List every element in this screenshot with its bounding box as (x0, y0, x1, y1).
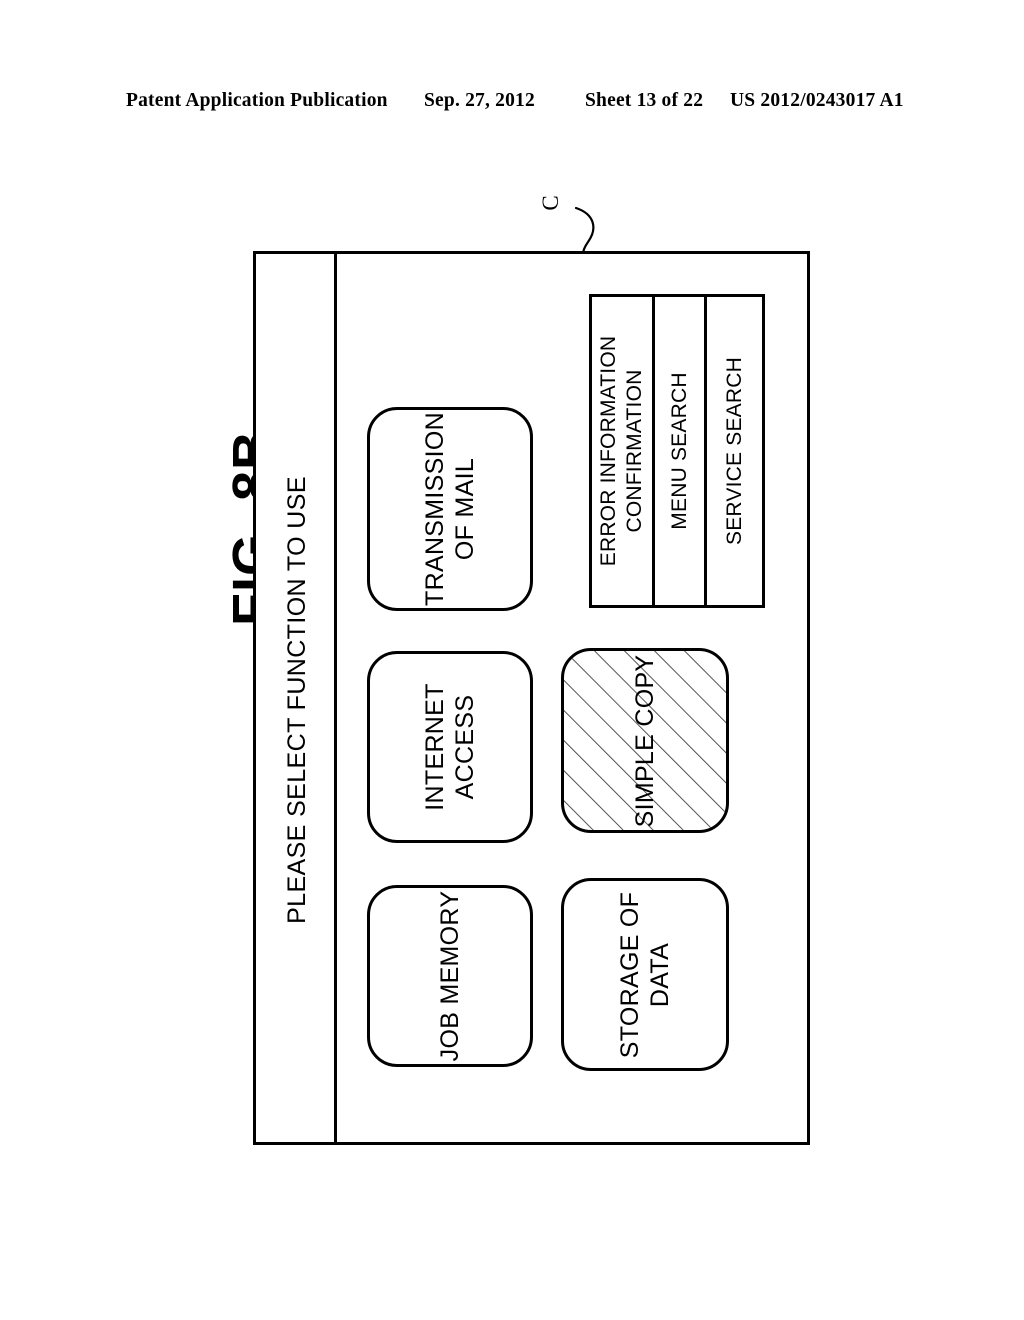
panel-vertical-divider (334, 254, 337, 1142)
function-button-label-line2: ACCESS (451, 694, 479, 800)
function-button-label-line1: INTERNET (421, 683, 449, 811)
function-button-label: INTERNET ACCESS (420, 683, 480, 810)
menu-list-box: ERROR INFORMATION CONFIRMATION MENU SEAR… (589, 294, 765, 608)
function-button-label: TRANSMISSION OF MAIL (420, 412, 480, 606)
menu-list-item-label-line1: SERVICE SEARCH (722, 357, 746, 545)
function-button-label: JOB MEMORY (435, 891, 465, 1062)
menu-list-item-label: MENU SEARCH (667, 372, 693, 529)
header-sheet-text: Sheet 13 of 22 (585, 90, 704, 111)
header-date-text: Sep. 27, 2012 (424, 90, 535, 111)
function-button-label-line1: TRANSMISSION (421, 412, 449, 606)
header-patent-number: US 2012/0243017 A1 (730, 90, 904, 111)
device-screen-panel: PLEASE SELECT FUNCTION TO USE TRANSMISSI… (253, 251, 810, 1145)
function-button-job-memory[interactable]: JOB MEMORY (367, 885, 533, 1067)
function-button-storage-of-data[interactable]: STORAGE OF DATA (561, 878, 729, 1071)
function-button-label-line1: STORAGE OF (616, 891, 644, 1058)
function-button-label-line2: OF MAIL (451, 457, 479, 561)
prompt-message: PLEASE SELECT FUNCTION TO USE (283, 476, 311, 924)
function-button-label-line1: SIMPLE COPY (631, 654, 659, 827)
prompt-strip: PLEASE SELECT FUNCTION TO USE (256, 254, 334, 1148)
function-button-label: SIMPLE COPY (630, 654, 660, 827)
function-button-simple-copy[interactable]: SIMPLE COPY (561, 648, 729, 833)
function-button-label: STORAGE OF DATA (615, 891, 675, 1057)
menu-list-item-label: ERROR INFORMATION CONFIRMATION (596, 336, 648, 567)
menu-list-item-service-search[interactable]: SERVICE SEARCH (704, 297, 762, 605)
menu-list-item-label-line1: ERROR INFORMATION (597, 335, 620, 567)
function-button-internet-access[interactable]: INTERNET ACCESS (367, 651, 533, 843)
function-button-label-line2: DATA (646, 942, 674, 1007)
function-button-transmission-of-mail[interactable]: TRANSMISSION OF MAIL (367, 407, 533, 611)
header-publication-text: Patent Application Publication (126, 90, 388, 111)
function-button-label-line1: JOB MEMORY (436, 890, 464, 1062)
callout-label-c: C (538, 195, 563, 211)
menu-list-item-label: SERVICE SEARCH (722, 357, 748, 545)
menu-list-item-label-line1: MENU SEARCH (667, 372, 691, 530)
menu-list-item-error-information-confirmation[interactable]: ERROR INFORMATION CONFIRMATION (592, 297, 652, 605)
menu-list-item-menu-search[interactable]: MENU SEARCH (652, 297, 704, 605)
menu-list-item-label-line2: CONFIRMATION (623, 369, 646, 533)
patent-running-header: Patent Application Publication Sep. 27, … (0, 86, 1024, 116)
